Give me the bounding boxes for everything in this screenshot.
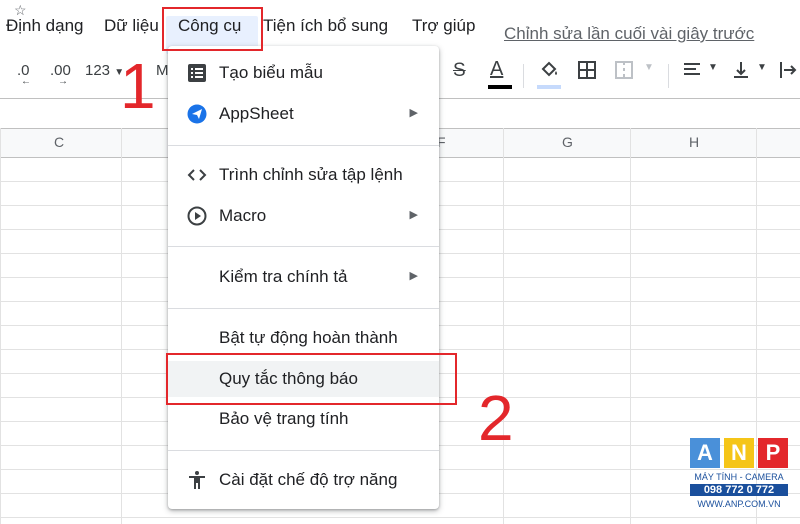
align-bottom-icon <box>734 62 748 78</box>
menu-item-accessibility-settings[interactable]: Cài đặt chế độ trợ năng <box>168 462 439 498</box>
dropdown-arrow-icon: ▼ <box>708 62 718 73</box>
increase-decimal-button[interactable]: .00 → <box>50 62 71 87</box>
vertical-align-button[interactable]: ▼ <box>731 60 767 84</box>
macro-icon <box>187 206 207 226</box>
menu-extensions[interactable]: Tiện ích bổ sung <box>263 16 388 36</box>
anp-watermark-logo: A N P MÁY TÍNH - CAMERA 098 772 0 772 WW… <box>690 438 788 518</box>
text-wrap-icon <box>780 62 797 78</box>
column-header-c[interactable]: C <box>54 134 64 150</box>
menu-item-appsheet[interactable]: AppSheet ▶ <box>168 96 439 132</box>
menu-item-label: Macro <box>219 206 267 225</box>
logo-website: WWW.ANP.COM.VN <box>697 499 781 509</box>
grid-line <box>630 128 631 524</box>
font-select[interactable]: M <box>156 62 169 79</box>
number-format-button[interactable]: 123 ▼ <box>85 62 124 79</box>
dropdown-arrow-icon: ▼ <box>757 62 767 73</box>
text-wrap-button[interactable] <box>778 60 798 84</box>
tools-dropdown-menu: Tạo biểu mẫu AppSheet ▶ Trình chỉnh sửa … <box>168 46 439 509</box>
logo-tagline: MÁY TÍNH - CAMERA <box>694 472 784 482</box>
menu-divider <box>168 450 439 451</box>
menu-item-autocomplete[interactable]: Bật tự động hoàn thành <box>168 320 439 356</box>
align-left-icon <box>684 63 700 75</box>
menu-data[interactable]: Dữ liệu <box>104 16 159 36</box>
menu-item-label: Bật tự động hoàn thành <box>219 328 398 347</box>
arrow-right-icon: → <box>58 76 68 87</box>
submenu-arrow-icon: ▶ <box>409 209 418 221</box>
number-format-label: 123 <box>85 62 111 79</box>
arrow-left-icon: ← <box>21 76 31 87</box>
borders-button[interactable] <box>577 60 597 84</box>
menu-divider <box>168 246 439 247</box>
horizontal-align-button[interactable]: ▼ <box>682 60 718 84</box>
menu-item-label: AppSheet <box>219 104 294 123</box>
paint-bucket-icon <box>541 61 557 77</box>
menu-item-macro[interactable]: Macro ▶ <box>168 198 439 234</box>
grid-line <box>121 128 122 524</box>
submenu-arrow-icon: ▶ <box>409 107 418 119</box>
toolbar-divider <box>668 64 669 88</box>
toolbar-divider <box>523 64 524 88</box>
grid-line <box>0 517 800 518</box>
text-color-button[interactable]: A <box>488 58 512 89</box>
menu-divider <box>168 145 439 146</box>
annotation-step-2: 2 <box>478 382 514 454</box>
column-header-h[interactable]: H <box>689 134 699 150</box>
menu-item-create-form[interactable]: Tạo biểu mẫu <box>168 55 439 91</box>
borders-icon <box>578 61 596 79</box>
menu-item-protect-sheet[interactable]: Bảo vệ trang tính <box>168 401 439 437</box>
merge-cells-button[interactable]: ▼ <box>614 60 654 84</box>
decrease-decimal-button[interactable]: .0 ← <box>17 62 31 87</box>
menu-help[interactable]: Trợ giúp <box>412 16 475 36</box>
dropdown-arrow-icon: ▼ <box>644 62 654 73</box>
menu-item-label: Bảo vệ trang tính <box>219 409 349 428</box>
menu-item-script-editor[interactable]: Trình chỉnh sửa tập lệnh <box>168 157 439 193</box>
logo-phone: 098 772 0 772 <box>690 484 788 496</box>
menu-item-label: Tạo biểu mẫu <box>219 63 323 82</box>
annotation-step-1: 1 <box>120 50 156 122</box>
menu-format[interactable]: Định dạng <box>6 16 84 36</box>
grid-line <box>503 128 504 524</box>
strikethrough-icon[interactable]: S <box>453 60 466 82</box>
form-icon <box>187 63 207 83</box>
fill-color-bar <box>537 85 561 89</box>
menu-divider <box>168 308 439 309</box>
submenu-arrow-icon: ▶ <box>409 270 418 282</box>
menu-item-label: Trình chỉnh sửa tập lệnh <box>219 165 403 184</box>
text-color-bar <box>488 85 512 89</box>
menu-item-label: Cài đặt chế độ trợ năng <box>219 470 398 489</box>
menu-item-spell-check[interactable]: Kiểm tra chính tả ▶ <box>168 259 439 295</box>
menu-item-label: Kiểm tra chính tả <box>219 267 348 286</box>
code-icon <box>187 165 207 185</box>
menu-bar: ☆ Định dạng Dữ liệu Công cụ Tiện ích bổ … <box>0 2 800 54</box>
logo-letter-a: A <box>690 438 720 468</box>
last-edit-link[interactable]: Chỉnh sửa lần cuối vài giây trước <box>504 24 754 44</box>
column-header-g[interactable]: G <box>562 134 573 150</box>
merge-cells-icon <box>615 61 633 79</box>
grid-line <box>0 128 1 524</box>
annotation-box-tools <box>162 7 263 51</box>
text-color-icon: A <box>490 58 504 80</box>
fill-color-button[interactable] <box>537 58 561 89</box>
logo-letter-p: P <box>758 438 788 468</box>
annotation-box-notification-rules <box>166 353 457 405</box>
accessibility-icon <box>187 470 207 490</box>
appsheet-icon <box>187 104 207 124</box>
logo-letter-n: N <box>724 438 754 468</box>
